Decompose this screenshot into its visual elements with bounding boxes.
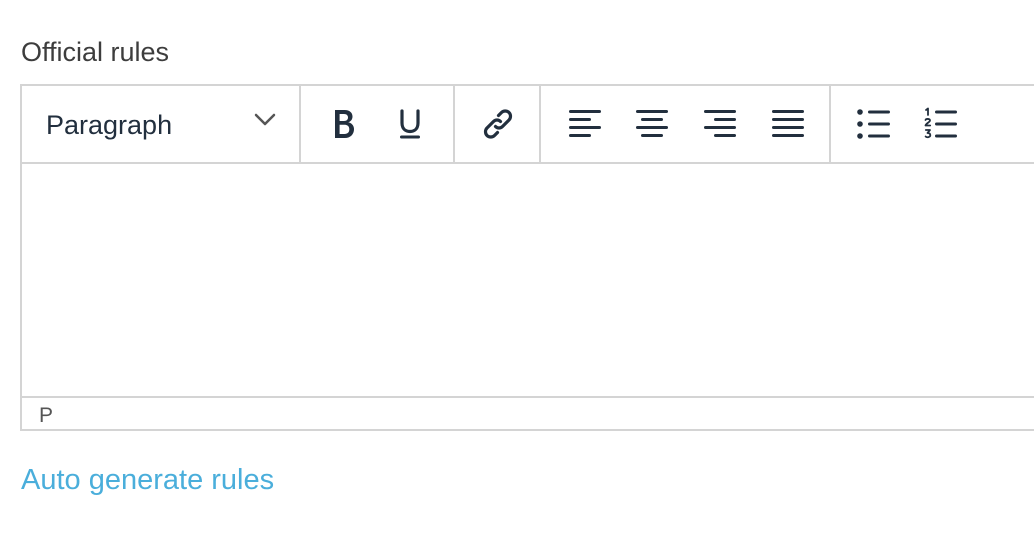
editor-content-area[interactable]: [22, 164, 1034, 396]
align-left-icon: [568, 109, 602, 139]
align-justify-button[interactable]: [764, 100, 812, 148]
align-justify-icon: [771, 109, 805, 139]
format-group: Paragraph: [22, 86, 301, 162]
align-right-icon: [703, 109, 737, 139]
align-left-button[interactable]: [561, 100, 609, 148]
underline-button[interactable]: [386, 100, 434, 148]
align-center-button[interactable]: [628, 100, 676, 148]
chevron-down-icon: [254, 113, 276, 127]
list-group: [831, 86, 1034, 162]
bullet-list-button[interactable]: [850, 100, 898, 148]
editor-toolbar: Paragraph: [22, 86, 1034, 164]
block-format-select[interactable]: Paragraph: [22, 86, 299, 162]
block-format-value: Paragraph: [46, 110, 173, 140]
element-path[interactable]: P: [39, 403, 53, 429]
bold-button[interactable]: [320, 100, 368, 148]
align-center-icon: [635, 109, 669, 139]
field-label: Official rules: [21, 37, 170, 67]
link-icon: [478, 104, 518, 144]
text-style-group: [301, 86, 455, 162]
link-group: [455, 86, 541, 162]
underline-icon: [397, 107, 423, 141]
numbered-list-icon: [924, 107, 958, 141]
insert-link-button[interactable]: [474, 100, 522, 148]
bullet-list-icon: [857, 108, 891, 140]
auto-generate-rules-link[interactable]: Auto generate rules: [21, 462, 274, 498]
editor-statusbar: P: [22, 396, 1034, 431]
rich-text-editor: Paragraph P: [20, 84, 1034, 431]
numbered-list-button[interactable]: [917, 100, 965, 148]
align-right-button[interactable]: [696, 100, 744, 148]
alignment-group: [541, 86, 831, 162]
bold-icon: [331, 107, 357, 141]
